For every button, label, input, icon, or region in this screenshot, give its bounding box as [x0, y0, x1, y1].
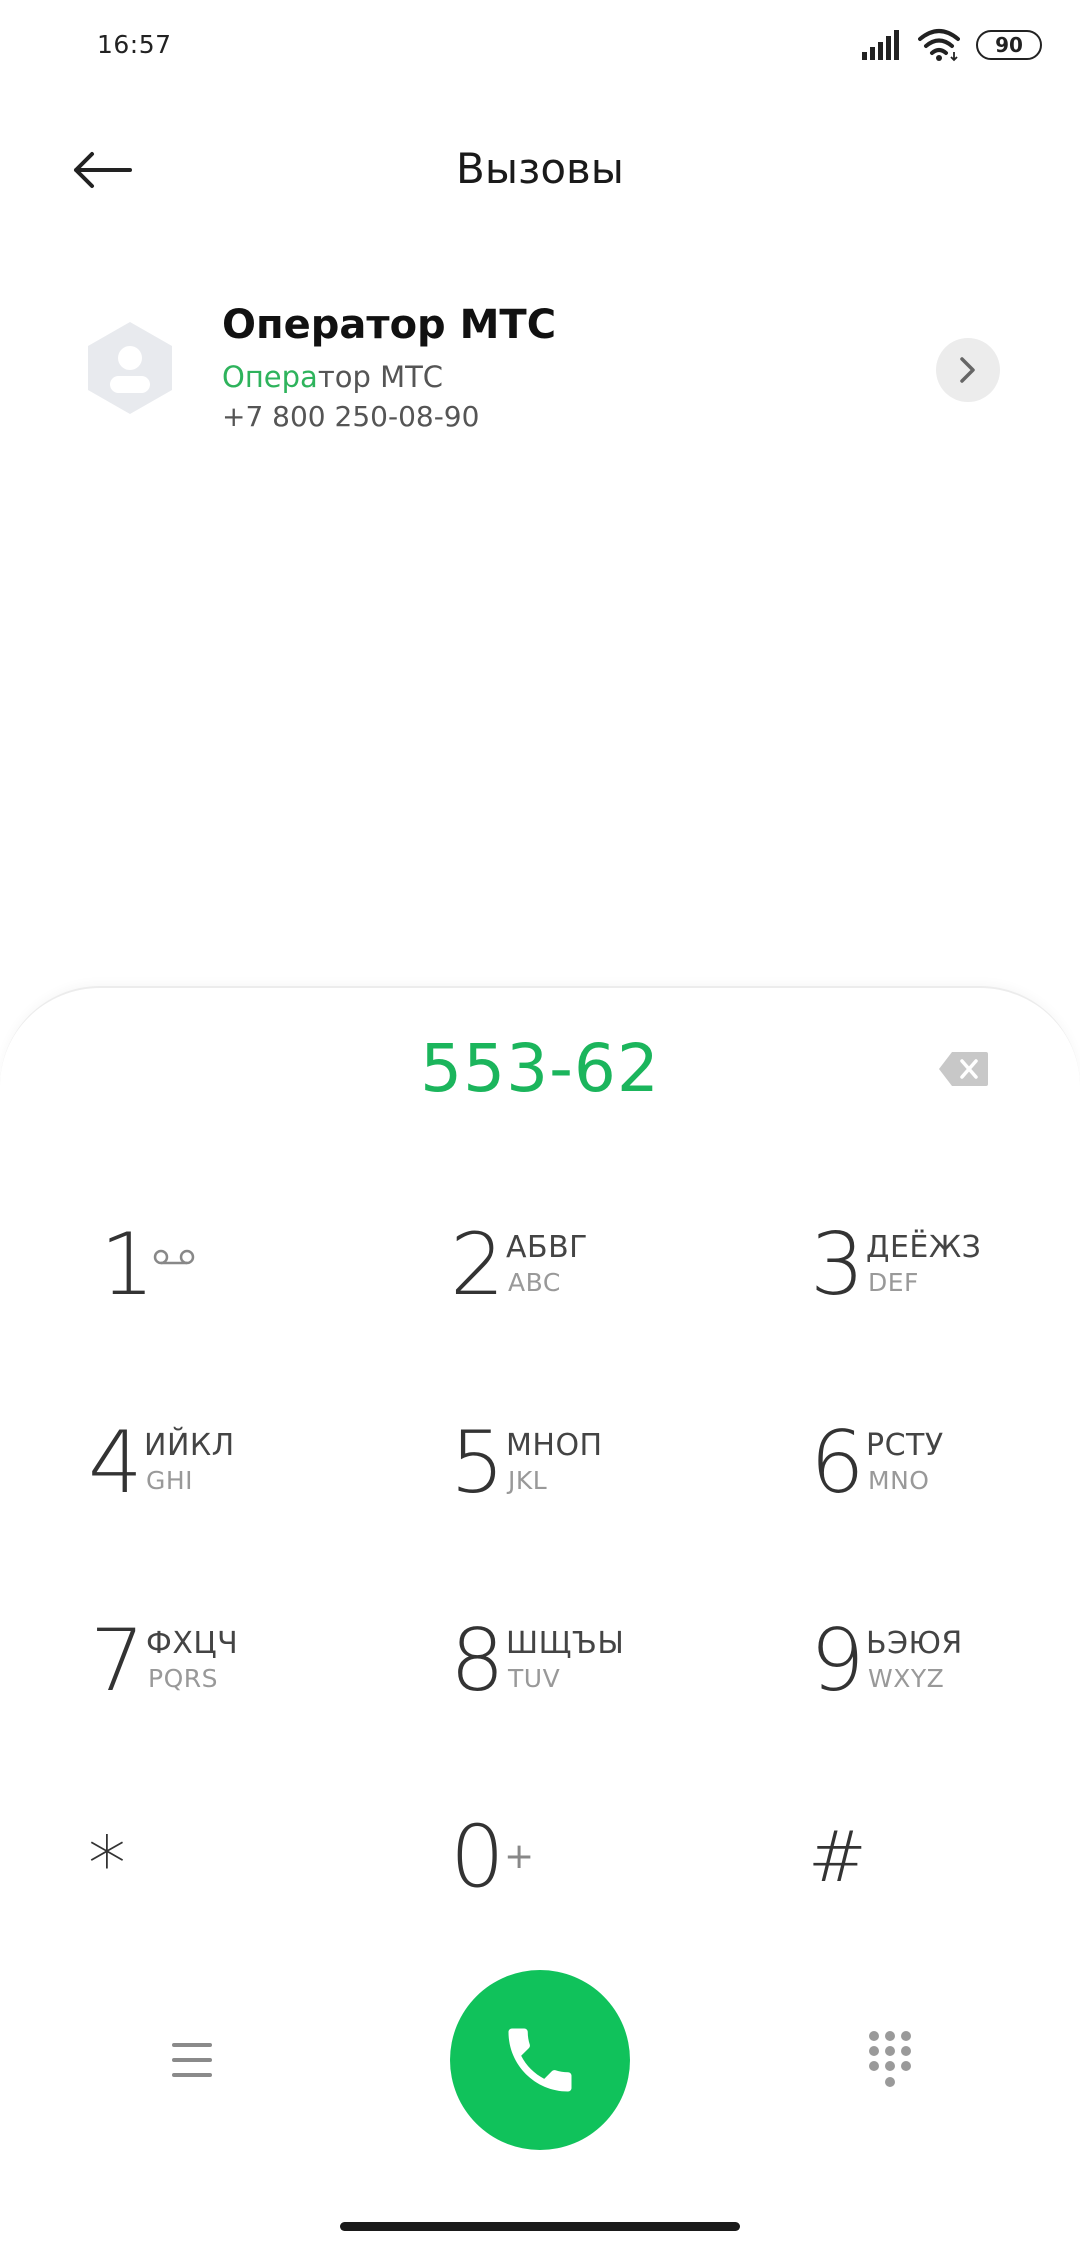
match-highlight: Опера [222, 360, 318, 394]
key-digit: 7 [90, 1611, 145, 1711]
key-letters-ru: ИЙКЛ [144, 1428, 235, 1463]
key-star[interactable]: * [88, 1826, 388, 1976]
key-digit: * [88, 1819, 126, 1908]
key-5[interactable]: 5 МНОП JKL [450, 1420, 750, 1570]
key-plus: + [504, 1836, 535, 1877]
key-digit: 9 [810, 1611, 865, 1711]
key-6[interactable]: 6 РСТУ MNO [810, 1420, 1080, 1570]
page-title: Вызовы [456, 144, 624, 193]
key-1[interactable]: 1 [100, 1222, 400, 1372]
key-letters-en: TUV [508, 1664, 561, 1693]
key-4[interactable]: 4 ИЙКЛ GHI [88, 1420, 388, 1570]
phone-icon [508, 2028, 572, 2092]
key-digit: 0 [450, 1807, 505, 1907]
match-rest: тор МТС [317, 360, 444, 394]
status-time: 16:57 [97, 30, 172, 59]
key-digit: 3 [810, 1215, 865, 1315]
menu-button[interactable] [168, 2036, 216, 2084]
call-button[interactable] [450, 1970, 630, 2150]
key-letters-ru: РСТУ [866, 1428, 944, 1463]
contact-match-text: Оператор МТС [222, 360, 443, 394]
key-letters-ru: ДЕЁЖЗ [866, 1230, 982, 1265]
signal-icon [862, 30, 899, 60]
key-digit: 2 [450, 1215, 505, 1315]
key-7[interactable]: 7 ФХЦЧ PQRS [90, 1618, 390, 1768]
key-digit: 1 [100, 1215, 155, 1315]
home-indicator[interactable] [340, 2222, 740, 2231]
key-letters-en: DEF [868, 1268, 919, 1297]
key-digit: 6 [810, 1413, 865, 1513]
key-digit: 5 [450, 1413, 505, 1513]
battery-level: 90 [995, 33, 1023, 57]
key-letters-ru: ФХЦЧ [146, 1626, 239, 1661]
key-3[interactable]: 3 ДЕЁЖЗ DEF [810, 1222, 1080, 1372]
key-letters-en: WXYZ [868, 1664, 945, 1693]
key-letters-ru: ЬЭЮЯ [866, 1626, 963, 1661]
key-letters-en: JKL [508, 1466, 548, 1495]
key-digit: 8 [450, 1611, 505, 1711]
voicemail-icon [153, 1249, 195, 1265]
key-letters-en: PQRS [148, 1664, 218, 1693]
dialed-number: 553-62 [420, 1030, 660, 1107]
chevron-right-icon [960, 357, 975, 383]
key-2[interactable]: 2 АБВГ ABC [450, 1222, 750, 1372]
menu-icon [172, 2043, 212, 2077]
contact-phone: +7 800 250-08-90 [222, 400, 480, 433]
header: Вызовы [0, 120, 1080, 220]
key-digit: 4 [88, 1413, 143, 1513]
battery-indicator: 90 [976, 30, 1042, 60]
contact-avatar-icon [88, 322, 172, 414]
backspace-icon[interactable] [938, 1050, 990, 1088]
key-letters-en: GHI [146, 1466, 194, 1495]
keypad-icon[interactable] [866, 2030, 914, 2090]
contact-name: Оператор МТС [222, 302, 557, 348]
wifi-icon [918, 29, 960, 62]
key-8[interactable]: 8 ШЩЪЫ TUV [450, 1618, 750, 1768]
key-letters-en: MNO [868, 1466, 930, 1495]
contact-detail-button[interactable] [936, 338, 1000, 402]
key-0[interactable]: 0 + [450, 1814, 750, 1964]
status-icons: 90 [860, 28, 1042, 62]
key-hash[interactable]: # [808, 1822, 1080, 1972]
status-bar: 16:57 90 [0, 0, 1080, 96]
contact-result[interactable]: Оператор МТС Оператор МТС +7 800 250-08-… [0, 290, 1080, 450]
key-digit: # [808, 1816, 867, 1898]
key-letters-ru: ШЩЪЫ [506, 1626, 625, 1661]
key-letters-en: ABC [508, 1268, 561, 1297]
key-9[interactable]: 9 ЬЭЮЯ WXYZ [810, 1618, 1080, 1768]
key-letters-ru: МНОП [506, 1428, 603, 1463]
key-letters-ru: АБВГ [506, 1230, 588, 1265]
